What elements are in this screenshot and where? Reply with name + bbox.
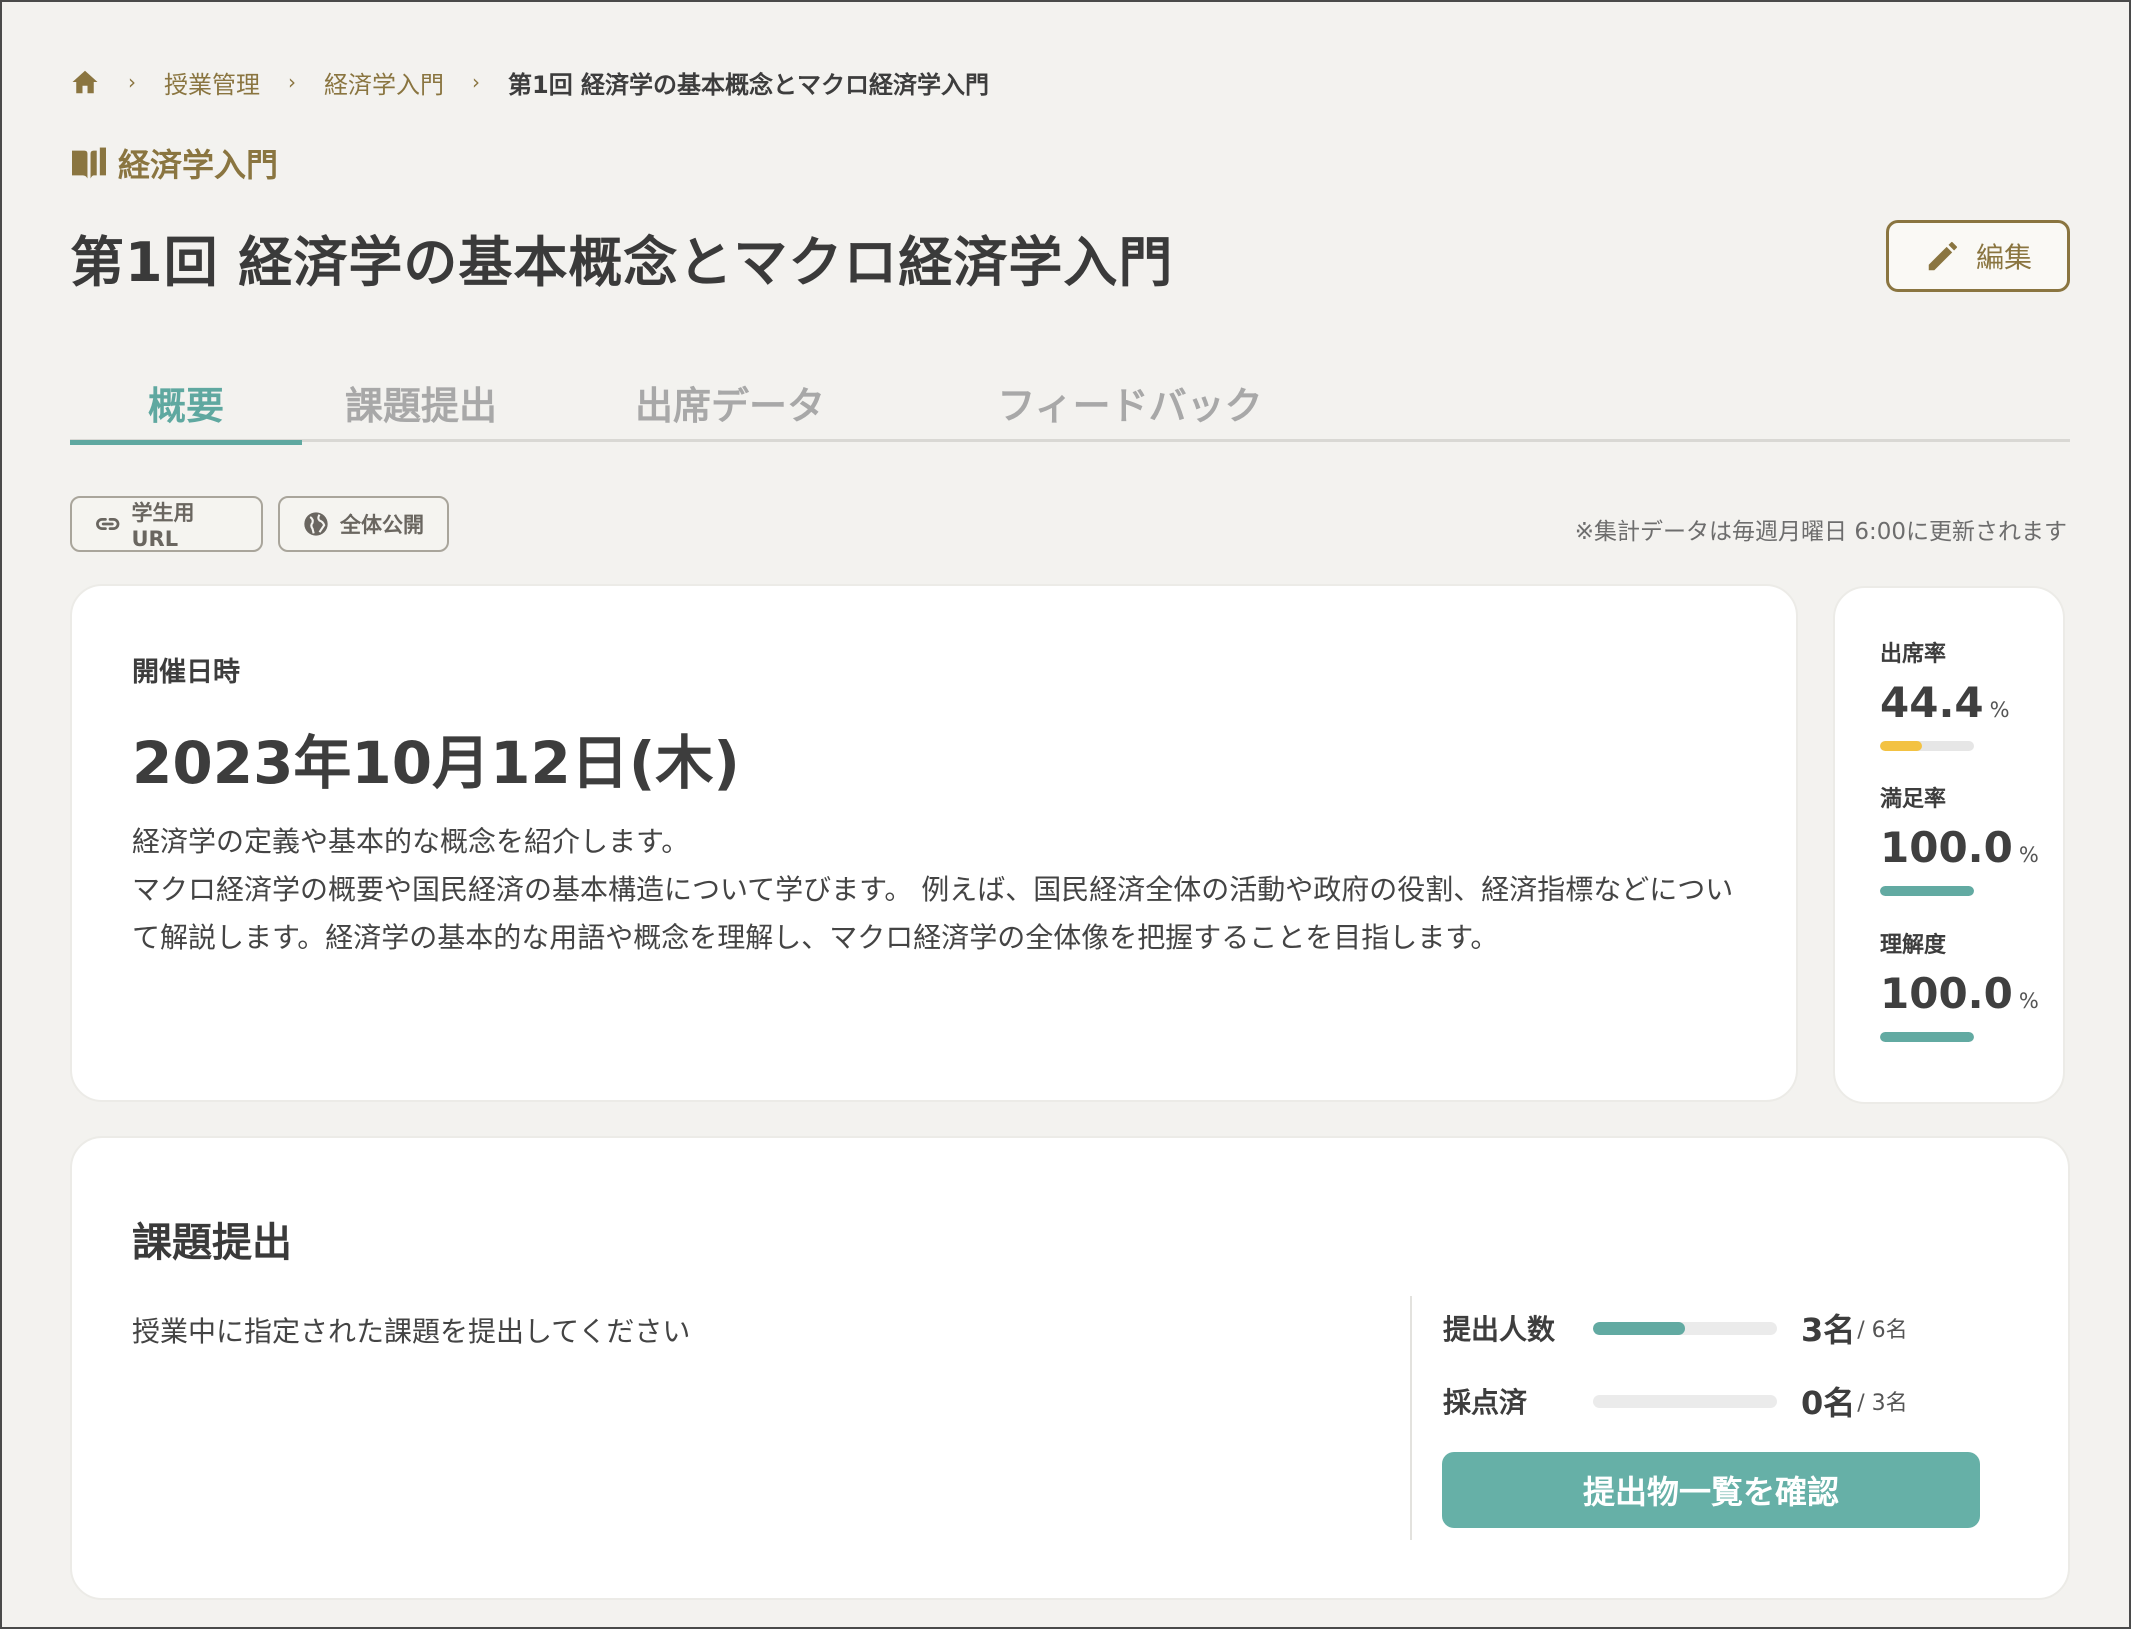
edit-button-label: 編集 [1975,241,2032,274]
stat-attendance: 出席率 44.4 % [1880,636,2040,751]
edit-button[interactable]: 編集 [1886,220,2070,292]
breadcrumb-separator: › [472,70,480,94]
public-button[interactable]: 全体公開 [278,496,449,552]
tab-overview[interactable]: 概要 [70,362,302,445]
book-icon [72,147,106,179]
stat-bar [1880,741,1974,751]
metric-bar [1593,1394,1777,1408]
update-note: ※集計データは毎週月曜日 6:00に更新されます [1574,519,2067,545]
metric-label: 提出人数 [1443,1313,1556,1346]
course-label: 経済学入門 [70,140,278,186]
stat-satisfaction: 満足率 100.0 % [1880,781,2040,896]
stat-label: 満足率 [1880,787,1947,812]
tab-assignment[interactable]: 課題提出 [302,362,540,442]
vertical-divider [1410,1296,1412,1540]
course-name: 経済学入門 [118,146,279,184]
metric-label: 採点済 [1443,1386,1528,1419]
event-date: 2023年10月12日(木) [132,729,740,797]
overview-card: 開催日時 2023年10月12日(木) 経済学の定義や基本的な概念を紹介します。… [70,584,1798,1102]
metric-bar [1593,1321,1777,1335]
stat-label: 出席率 [1880,642,1947,667]
metric-total: / 6名 [1857,1318,1908,1343]
assignment-description: 授業中に指定された課題を提出してください [132,1315,691,1348]
student-url-label: 学生用URL [131,501,195,551]
metric-count: 3名 [1801,1311,1856,1349]
stat-unit: % [1989,698,2010,722]
stat-value: 100.0 [1880,823,2013,872]
metric-bar-fill [1593,1321,1685,1335]
description-line: 経済学の定義や基本的な概念を紹介します。 [132,825,690,858]
metric-count: 0名 [1801,1384,1856,1422]
tab-feedback[interactable]: フィードバック [990,362,1270,442]
stat-value: 100.0 [1880,969,2013,1018]
breadcrumb-item-class-management[interactable]: 授業管理 [164,65,260,100]
stat-bar [1880,886,1974,896]
description-line: マクロ経済学の概要や国民経済の基本構造について学びます。 例えば、国民経済全体の… [132,873,1734,906]
stat-bar-fill [1880,886,1974,896]
link-icon [96,518,120,530]
breadcrumb-item-current: 第1回 経済学の基本概念とマクロ経済学入門 [508,70,990,99]
metric-submissions: 提出人数 3名 / 6名 [1443,1308,1908,1349]
stat-bar [1880,1032,1974,1042]
stat-understanding: 理解度 100.0 % [1880,927,2040,1042]
breadcrumb-separator: › [288,70,296,94]
stat-value: 44.4 [1880,678,1984,727]
home-icon[interactable] [70,67,100,97]
stat-bar-fill [1880,741,1922,751]
assignment-title: 課題提出 [132,1220,292,1266]
stat-unit: % [2018,843,2039,867]
view-submissions-button[interactable]: 提出物一覧を確認 [1442,1452,1980,1528]
metric-graded: 採点済 0名 / 3名 [1443,1381,1908,1422]
public-label: 全体公開 [340,513,424,537]
breadcrumb: › 授業管理 › 経済学入門 › 第1回 経済学の基本概念とマクロ経済学入門 [70,64,989,100]
stat-label: 理解度 [1880,933,1947,958]
assignment-card: 課題提出 授業中に指定された課題を提出してください 提出人数 3名 / 6名 採… [70,1136,2070,1600]
page-title: 第1回 経済学の基本概念とマクロ経済学入門 [70,231,1174,294]
pencil-icon [1928,241,1958,271]
stat-bar-fill [1880,1032,1974,1042]
description-line: て解説します。経済学の基本的な用語や概念を理解し、マクロ経済学の全体像を把握する… [132,921,1499,954]
stat-unit: % [2018,989,2039,1013]
student-url-button[interactable]: 学生用URL [70,496,263,552]
overview-description: 経済学の定義や基本的な概念を紹介します。 マクロ経済学の概要や国民経済の基本構造… [132,818,1772,962]
tab-bar: 概要 課題提出 出席データ フィードバック [70,362,2070,445]
tab-attendance[interactable]: 出席データ [610,362,850,442]
globe-icon [304,512,328,536]
breadcrumb-item-course[interactable]: 経済学入門 [324,65,444,100]
metric-total: / 3名 [1857,1391,1908,1416]
breadcrumb-separator: › [128,70,136,94]
stats-card: 出席率 44.4 % 満足率 100.0 % 理解度 100.0 % [1833,586,2065,1104]
date-label: 開催日時 [132,657,240,688]
